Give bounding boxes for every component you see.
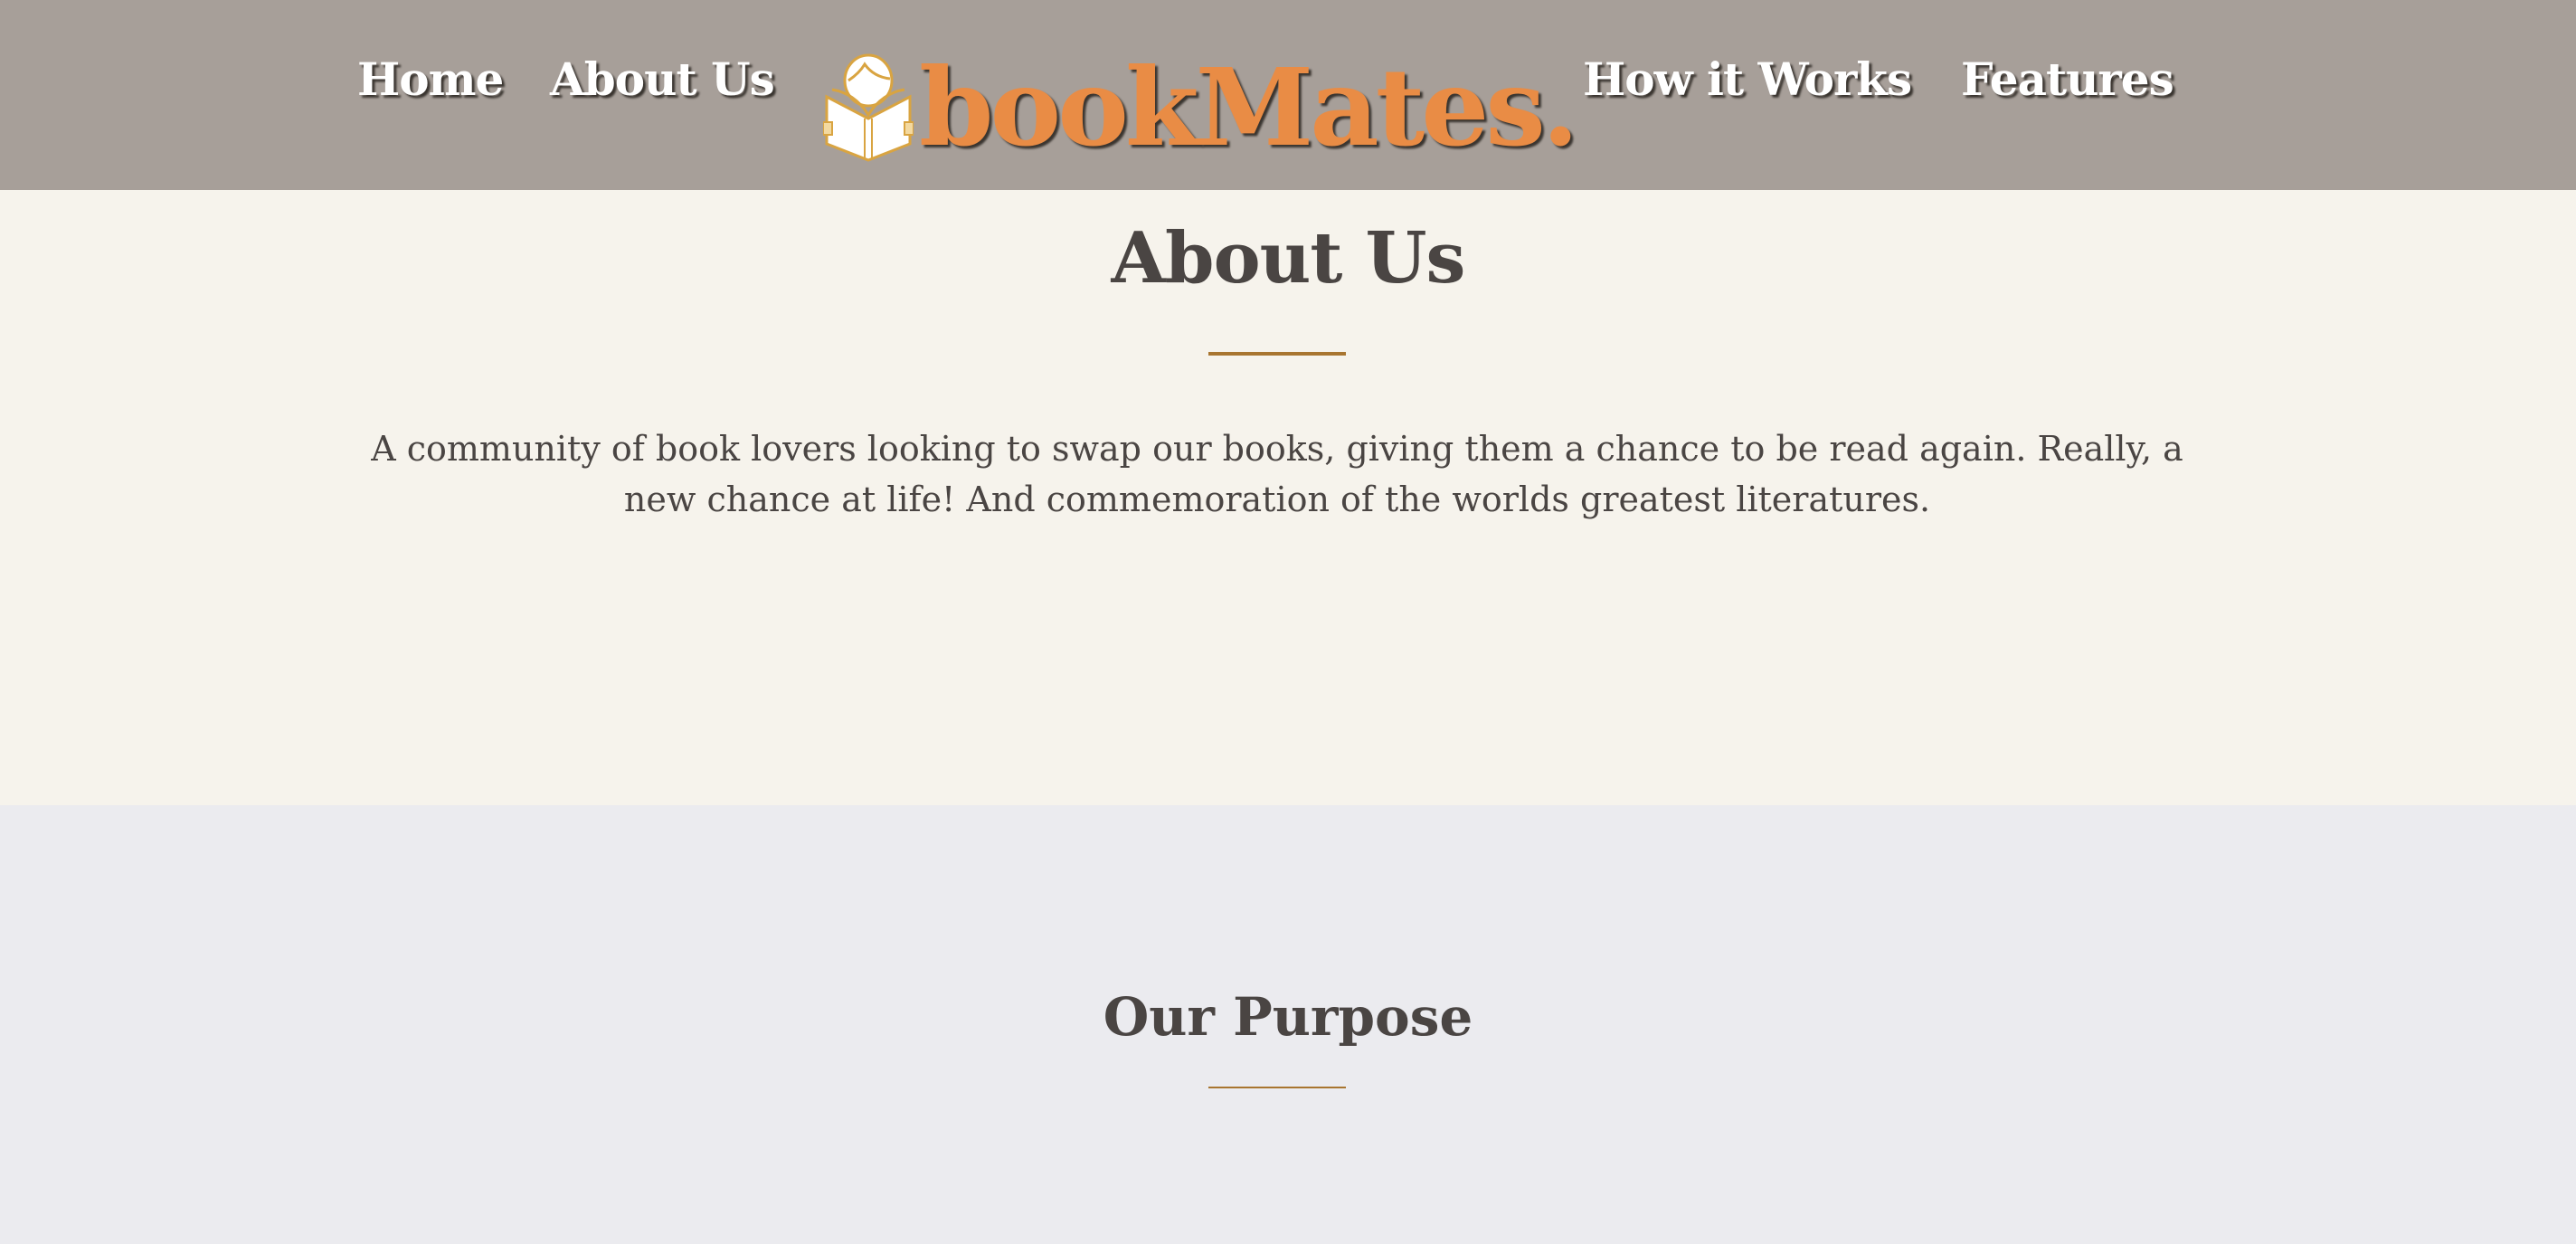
about-description: A community of book lovers looking to sw… (371, 429, 2183, 519)
nav-features[interactable]: Features (1961, 52, 2174, 106)
reader-book-icon (823, 53, 914, 162)
nav-home[interactable]: Home (357, 52, 504, 106)
top-nav: Home About Us bookMates. How it Works Fe… (0, 0, 2576, 190)
nav-how-it-works[interactable]: How it Works (1583, 52, 1912, 106)
logo[interactable]: bookMates. (823, 44, 1579, 170)
about-divider (1208, 352, 1346, 356)
purpose-divider (1208, 1087, 1346, 1088)
logo-text: bookMates. (919, 44, 1579, 170)
purpose-title: Our Purpose (1103, 986, 1473, 1048)
about-title: About Us (1111, 217, 1466, 299)
nav-about-us[interactable]: About Us (550, 52, 775, 106)
